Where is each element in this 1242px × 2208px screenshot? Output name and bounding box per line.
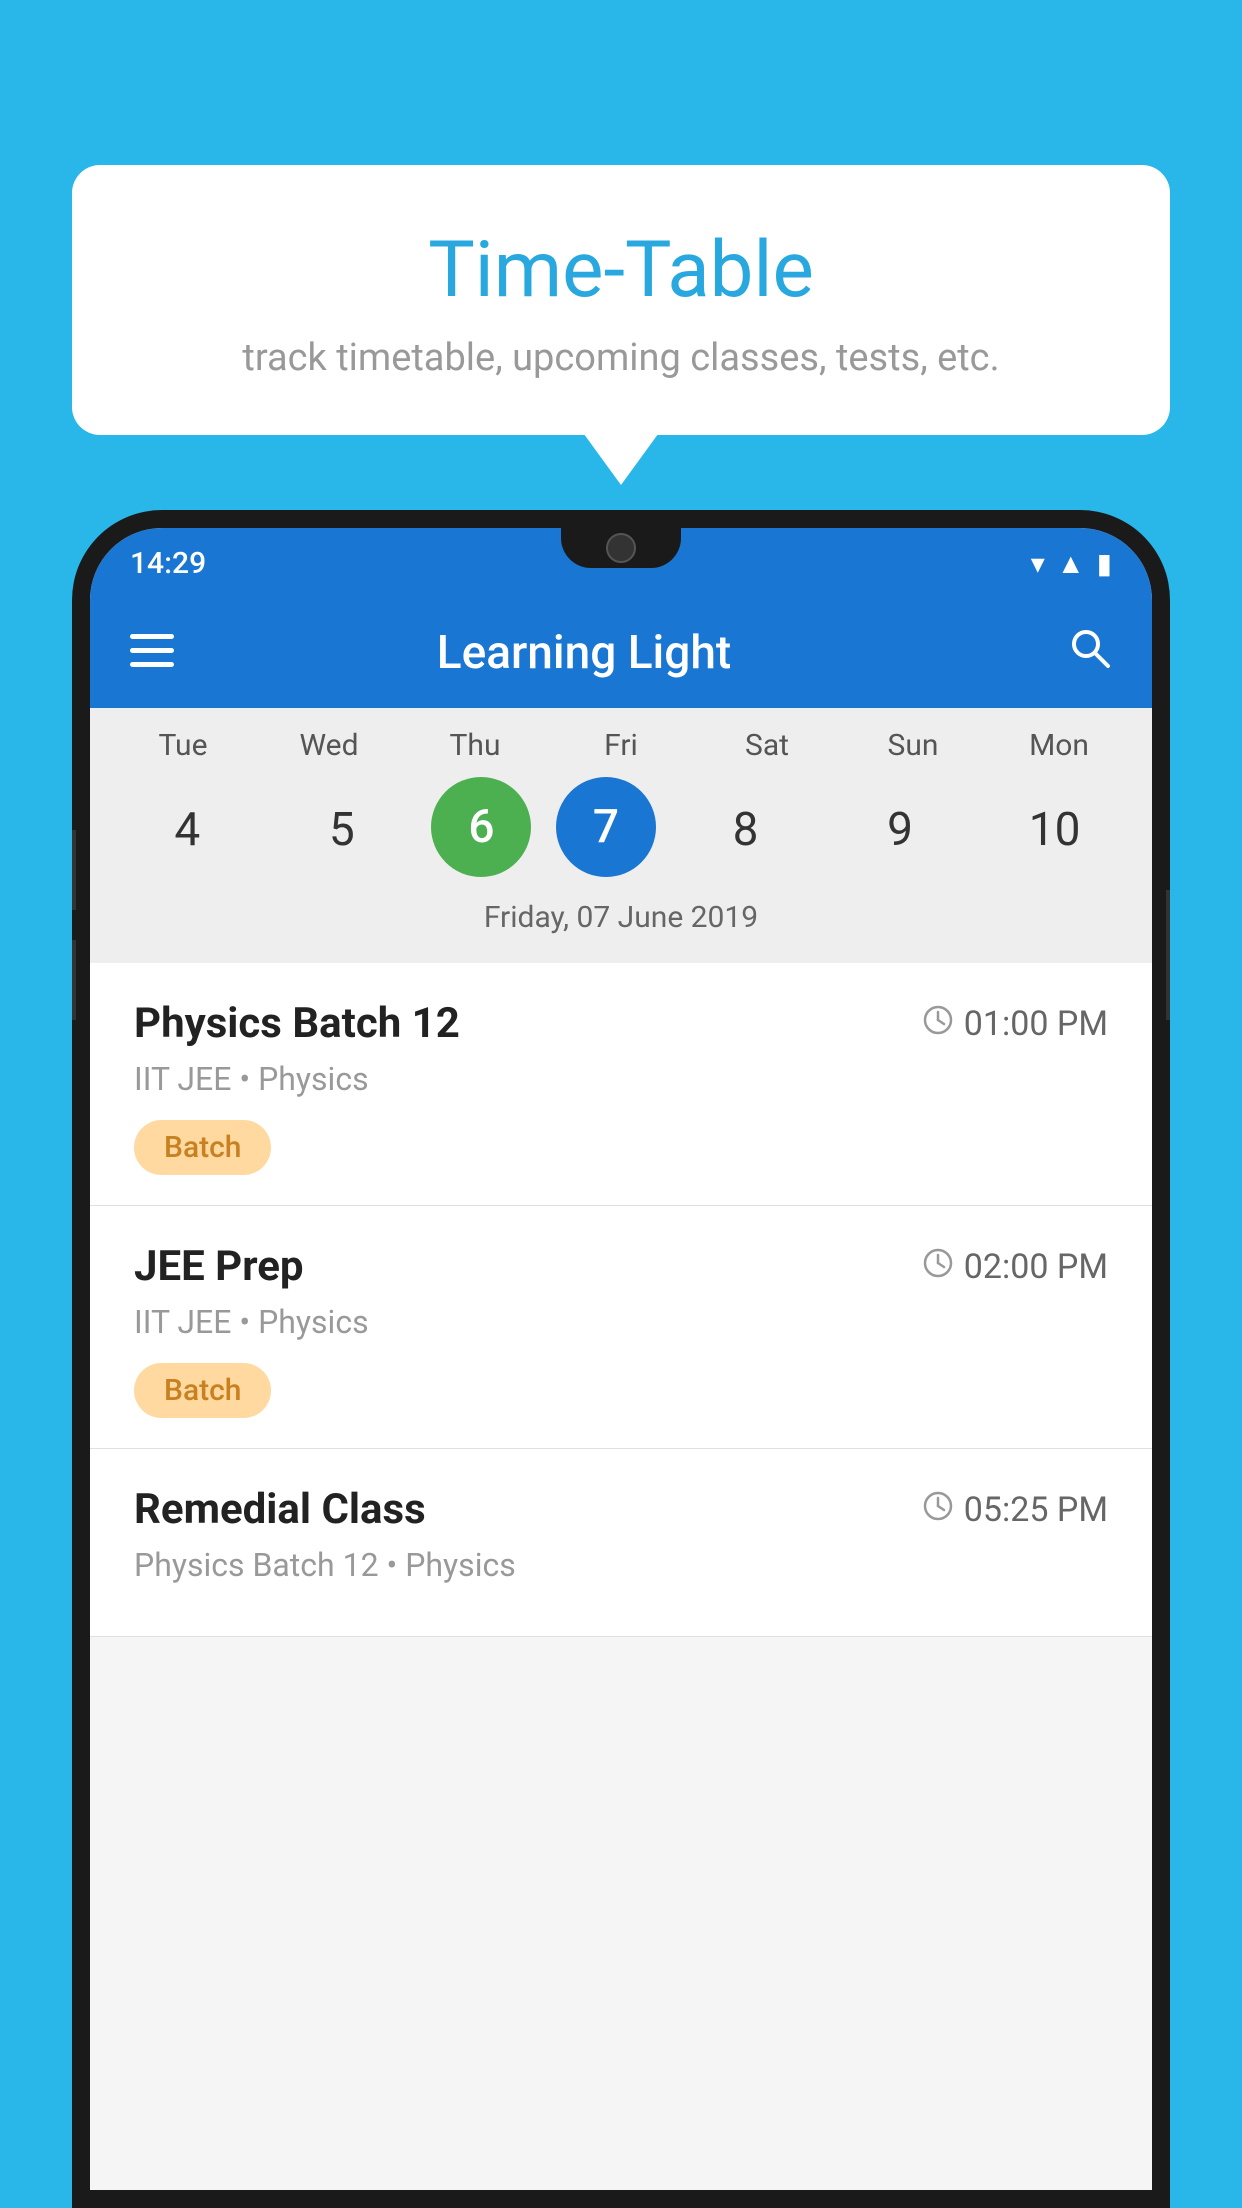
day-label-sat: Sat bbox=[702, 728, 832, 763]
schedule-item-title-1: Physics Batch 12 bbox=[134, 999, 460, 1048]
calendar-strip: Tue Wed Thu Fri Sat Sun Mon 4 5 6 7 8 9 … bbox=[90, 708, 1152, 963]
schedule-item-time-text-2: 02:00 PM bbox=[964, 1247, 1108, 1287]
schedule-item-time-2: 02:00 PM bbox=[922, 1247, 1108, 1287]
battery-icon: ▮ bbox=[1097, 547, 1112, 580]
clock-icon-2 bbox=[922, 1247, 954, 1287]
schedule-item-time-text-1: 01:00 PM bbox=[964, 1004, 1108, 1044]
day-numbers: 4 5 6 7 8 9 10 bbox=[90, 777, 1152, 882]
status-time: 14:29 bbox=[130, 546, 206, 581]
day-4[interactable]: 4 bbox=[122, 777, 252, 882]
schedule-item-1[interactable]: Physics Batch 12 01:00 PM IIT JEE • Phys… bbox=[90, 963, 1152, 1206]
schedule-list: Physics Batch 12 01:00 PM IIT JEE • Phys… bbox=[90, 963, 1152, 1637]
hamburger-menu-icon[interactable] bbox=[130, 631, 174, 675]
day-label-fri: Fri bbox=[556, 728, 686, 763]
schedule-item-subtitle-1: IIT JEE • Physics bbox=[134, 1060, 1108, 1098]
volume-up-button bbox=[72, 940, 76, 1020]
day-labels: Tue Wed Thu Fri Sat Sun Mon bbox=[90, 728, 1152, 763]
day-label-tue: Tue bbox=[118, 728, 248, 763]
volume-down-button bbox=[72, 830, 76, 910]
day-5[interactable]: 5 bbox=[277, 777, 407, 882]
day-6-today[interactable]: 6 bbox=[431, 777, 531, 877]
schedule-item-time-1: 01:00 PM bbox=[922, 1004, 1108, 1044]
phone-frame: 14:29 ▾ ▲ ▮ Learning Light bbox=[72, 510, 1170, 2208]
schedule-item-title-3: Remedial Class bbox=[134, 1485, 426, 1534]
tooltip-card: Time-Table track timetable, upcoming cla… bbox=[72, 165, 1170, 435]
clock-icon-1 bbox=[922, 1004, 954, 1044]
schedule-item-2[interactable]: JEE Prep 02:00 PM IIT JEE • Physics bbox=[90, 1206, 1152, 1449]
batch-tag-2: Batch bbox=[134, 1363, 271, 1418]
day-8[interactable]: 8 bbox=[681, 777, 811, 882]
schedule-item-header-1: Physics Batch 12 01:00 PM bbox=[134, 999, 1108, 1048]
signal-icon: ▲ bbox=[1057, 547, 1085, 580]
power-button bbox=[1166, 890, 1170, 1020]
day-9[interactable]: 9 bbox=[835, 777, 965, 882]
search-icon[interactable] bbox=[1068, 626, 1112, 681]
schedule-item-header-2: JEE Prep 02:00 PM bbox=[134, 1242, 1108, 1291]
app-title: Learning Light bbox=[204, 626, 964, 680]
day-7-selected[interactable]: 7 bbox=[556, 777, 656, 877]
day-label-mon: Mon bbox=[994, 728, 1124, 763]
wifi-icon: ▾ bbox=[1031, 547, 1045, 580]
status-icons: ▾ ▲ ▮ bbox=[1031, 547, 1112, 580]
batch-tag-1: Batch bbox=[134, 1120, 271, 1175]
schedule-item-time-3: 05:25 PM bbox=[922, 1490, 1108, 1530]
schedule-item-title-2: JEE Prep bbox=[134, 1242, 304, 1291]
schedule-item-3[interactable]: Remedial Class 05:25 PM Physics Batch 12… bbox=[90, 1449, 1152, 1637]
schedule-item-subtitle-3: Physics Batch 12 • Physics bbox=[134, 1546, 1108, 1584]
tooltip-subtitle: track timetable, upcoming classes, tests… bbox=[122, 336, 1120, 380]
schedule-item-time-text-3: 05:25 PM bbox=[964, 1490, 1108, 1530]
app-bar: Learning Light bbox=[90, 598, 1152, 708]
day-label-sun: Sun bbox=[848, 728, 978, 763]
schedule-item-header-3: Remedial Class 05:25 PM bbox=[134, 1485, 1108, 1534]
selected-date-label: Friday, 07 June 2019 bbox=[90, 900, 1152, 953]
notch bbox=[561, 528, 681, 568]
clock-icon-3 bbox=[922, 1490, 954, 1530]
day-label-thu: Thu bbox=[410, 728, 540, 763]
day-10[interactable]: 10 bbox=[990, 777, 1120, 882]
schedule-item-subtitle-2: IIT JEE • Physics bbox=[134, 1303, 1108, 1341]
front-camera bbox=[606, 533, 636, 563]
day-label-wed: Wed bbox=[264, 728, 394, 763]
phone-screen: 14:29 ▾ ▲ ▮ Learning Light bbox=[90, 528, 1152, 2190]
tooltip-title: Time-Table bbox=[122, 225, 1120, 316]
